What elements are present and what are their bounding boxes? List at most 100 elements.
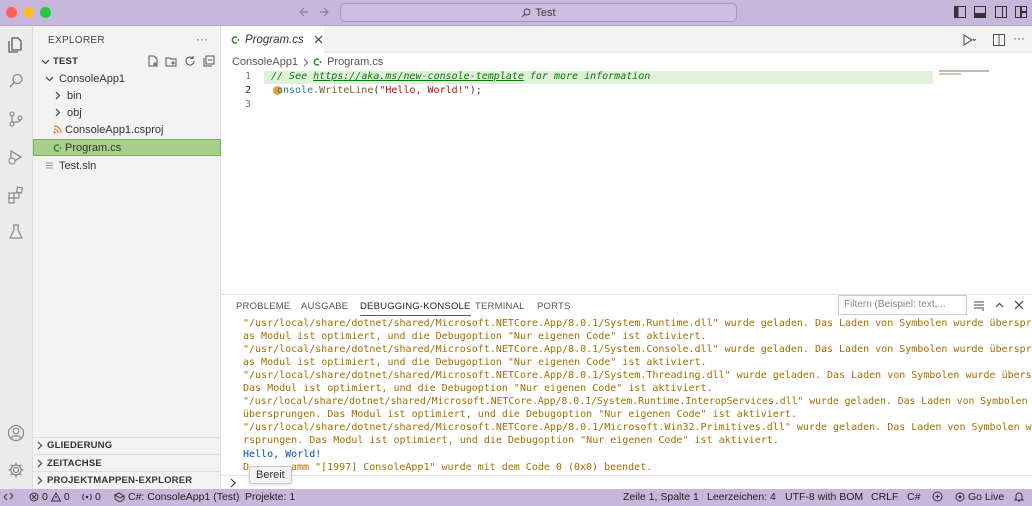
tree-item-label: Program.cs [65, 141, 122, 154]
close-icon[interactable] [314, 35, 323, 44]
filter-input[interactable]: Filtern (Beispiel: text,... [838, 295, 967, 315]
csharp-file-icon [231, 35, 241, 45]
tree-item-csproj[interactable]: ConsoleApp1.csproj [33, 121, 221, 138]
chevron-down-icon [45, 74, 57, 83]
toggle-secondary-sidebar-icon[interactable] [995, 6, 1007, 18]
source-control-icon[interactable] [5, 108, 27, 130]
more-actions-icon[interactable]: ··· [1013, 31, 1025, 45]
close-window-button[interactable] [6, 7, 17, 18]
tree-item-program-cs[interactable]: Program.cs [33, 139, 221, 156]
output-line: "/usr/local/share/dotnet/shared/Microsof… [243, 370, 1032, 381]
section-outline[interactable]: GLIEDERUNG [33, 437, 221, 454]
copilot-icon[interactable] [932, 491, 943, 502]
accounts-icon[interactable] [5, 422, 27, 444]
eol-status[interactable]: CRLF [871, 491, 898, 503]
sln-file-icon [45, 161, 59, 170]
editor-area: Program.cs ··· ConsoleApp1 Program.cs 1 … [221, 26, 1032, 294]
code-link[interactable]: https://aka.ms/new-console-template [313, 71, 524, 82]
tree-item-obj[interactable]: obj [33, 104, 221, 121]
tab-problems[interactable]: PROBLEME [236, 301, 290, 312]
breadcrumb-item[interactable]: ConsoleApp1 [232, 56, 298, 68]
indentation-status[interactable]: Leerzeichen: 4 [707, 491, 776, 503]
minimap-line [939, 73, 961, 75]
output-line: "/usr/local/share/dotnet/shared/Microsof… [243, 344, 1032, 355]
projects-status[interactable]: Projekte: 1 [245, 491, 295, 503]
language-status[interactable]: C# [907, 491, 920, 503]
ports-status[interactable]: 0 [82, 491, 101, 503]
tooltip: Bereit [249, 466, 292, 484]
rss-file-icon [53, 125, 65, 134]
output-line: "/usr/local/share/dotnet/shared/Microsof… [243, 422, 1032, 433]
broadcast-icon [82, 493, 92, 501]
chevron-right-icon [35, 459, 47, 468]
refresh-icon[interactable] [184, 55, 196, 67]
forward-arrow-icon[interactable] [318, 6, 330, 18]
notifications-bell-icon[interactable] [1014, 491, 1024, 502]
run-debug-icon[interactable] [5, 146, 27, 168]
tree-item-label: Test.sln [59, 159, 97, 172]
tab-label: Program.cs [245, 33, 304, 46]
broadcast-icon [955, 492, 965, 502]
search-icon [521, 8, 531, 18]
split-editor-icon[interactable] [993, 34, 1005, 46]
output-line: as Modul ist optimiert, und die Debugopt… [243, 357, 707, 368]
remote-icon[interactable] [3, 491, 14, 502]
tab-ports[interactable]: PORTS [537, 301, 571, 312]
section-label: GLIEDERUNG [47, 440, 113, 451]
search-icon[interactable] [5, 70, 27, 92]
collapse-all-icon[interactable] [203, 55, 215, 67]
console-prompt-icon[interactable] [229, 478, 237, 488]
more-actions-icon[interactable]: ··· [196, 32, 208, 46]
toggle-sidebar-icon[interactable] [954, 6, 966, 18]
word-wrap-icon[interactable] [973, 300, 985, 311]
warning-icon [50, 492, 61, 502]
line-number: 3 [244, 99, 251, 110]
back-arrow-icon[interactable] [298, 6, 310, 18]
line-number: 2 [244, 85, 251, 96]
encoding-status[interactable]: UTF-8 with BOM [785, 491, 863, 503]
tree-item-label: ConsoleApp1.csproj [65, 123, 164, 136]
tree-item-label: obj [67, 106, 82, 119]
manage-gear-icon[interactable] [5, 459, 27, 481]
command-center-search[interactable]: Test [340, 3, 737, 22]
section-label: PROJEKTMAPPEN-EXPLORER [47, 474, 193, 486]
tab-output[interactable]: AUSGABE [301, 301, 348, 312]
breadcrumb-item[interactable]: Program.cs [327, 56, 383, 68]
new-file-icon[interactable] [147, 55, 159, 67]
customize-layout-icon[interactable] [1015, 6, 1027, 18]
bottom-panel: PROBLEME AUSGABE DEBUGGING-KONSOLE TERMI… [221, 294, 1032, 489]
workspace-root-label: TEST [53, 56, 79, 67]
tree-item-consoleapp1[interactable]: ConsoleApp1 [33, 70, 221, 87]
extensions-icon[interactable] [5, 184, 27, 206]
tree-item-bin[interactable]: bin [33, 87, 221, 104]
problems-status[interactable]: 0 0 [29, 491, 70, 503]
section-solution-explorer[interactable]: PROJEKTMAPPEN-EXPLORER [33, 471, 221, 488]
breadcrumb: ConsoleApp1 Program.cs [232, 56, 383, 68]
chevron-right-icon [302, 58, 309, 67]
chevron-right-icon [53, 108, 65, 117]
line-number: 1 [244, 71, 251, 82]
tab-debug-console[interactable]: DEBUGGING-KONSOLE [360, 301, 471, 316]
explorer-icon[interactable] [5, 34, 27, 56]
exit-line: amm "[1997] ConsoleApp1" wurde mit dem C… [291, 462, 653, 473]
project-target-status[interactable]: C#: ConsoleApp1 (Test) [114, 491, 239, 503]
sidebar-title: EXPLORER [48, 35, 105, 46]
minimap[interactable] [939, 70, 989, 72]
testing-icon[interactable] [5, 221, 27, 243]
code-line-2: onsole.WriteLine("Hello, World!"); [277, 85, 482, 96]
tree-item-test-sln[interactable]: Test.sln [33, 157, 221, 174]
close-panel-icon[interactable] [1014, 300, 1024, 310]
tab-program-cs[interactable]: Program.cs [221, 26, 324, 53]
section-timeline[interactable]: ZEITACHSE [33, 454, 221, 471]
tree-item-label: ConsoleApp1 [59, 72, 126, 85]
tab-terminal[interactable]: TERMINAL [475, 301, 525, 312]
csharp-file-icon [313, 57, 323, 67]
cursor-position-status[interactable]: Zeile 1, Spalte 1 [623, 491, 699, 503]
maximize-window-button[interactable] [40, 7, 51, 18]
run-debug-icon[interactable] [962, 34, 976, 46]
minimize-window-button[interactable] [23, 7, 34, 18]
new-folder-icon[interactable] [165, 55, 177, 67]
maximize-panel-icon[interactable] [994, 300, 1005, 311]
go-live-status[interactable]: Go Live [955, 491, 1004, 503]
toggle-panel-icon[interactable] [974, 6, 986, 18]
